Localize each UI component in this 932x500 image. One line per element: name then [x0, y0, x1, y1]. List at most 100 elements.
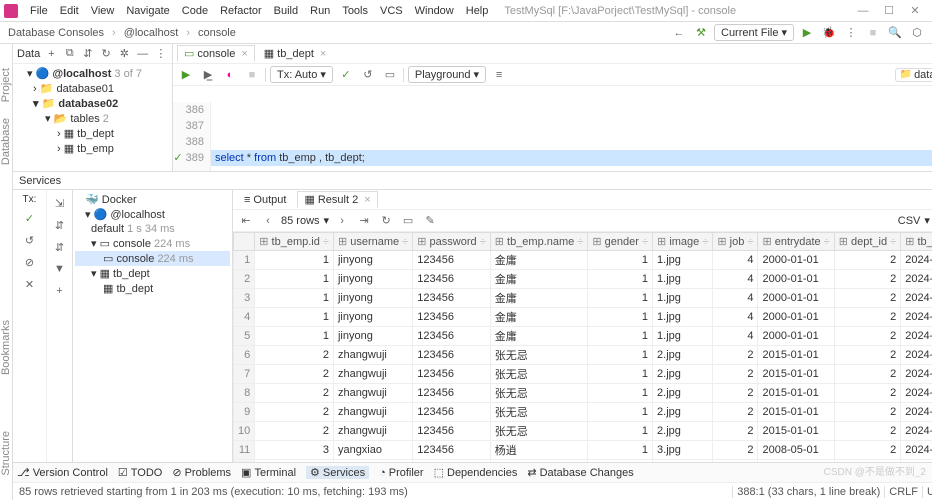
menu-vcs[interactable]: VCS — [374, 5, 409, 17]
close-tab-icon[interactable]: × — [320, 48, 326, 60]
col-entrydate[interactable]: entrydate ÷ — [758, 233, 834, 251]
bb-profiler[interactable]: ◔ Profiler — [379, 467, 424, 479]
db-badge[interactable]: 📁 database02 — [895, 68, 932, 82]
updates-icon[interactable]: ⬡ — [908, 24, 926, 42]
svc-commit-icon[interactable]: ✓ — [21, 209, 39, 227]
playground-dropdown[interactable]: Playground ▾ — [408, 66, 486, 83]
execute-plan-icon[interactable]: ▶̲ — [199, 66, 217, 84]
svc-close-icon[interactable]: ✕ — [21, 275, 39, 293]
bb-vc[interactable]: ⎇ Version Control — [17, 466, 108, 479]
sidebar-bookmarks[interactable]: Bookmarks — [0, 316, 12, 379]
close-button[interactable]: ✕ — [902, 4, 928, 17]
menu-tools[interactable]: Tools — [336, 5, 374, 17]
encoding[interactable]: UTF-8 — [922, 486, 932, 498]
col-image[interactable]: image ÷ — [653, 233, 713, 251]
table-row[interactable]: 31jinyong123456金庸11.jpg42000-01-0122024-… — [234, 289, 932, 308]
col-job[interactable]: job ÷ — [713, 233, 758, 251]
export-format[interactable]: CSV — [898, 215, 921, 227]
add-svc-icon[interactable]: + — [51, 282, 69, 300]
col-tb_emp-create_time[interactable]: tb_emp.create_time ÷ — [901, 233, 932, 251]
hammer-icon[interactable]: ⚒ — [692, 24, 710, 42]
stop-icon[interactable]: ■ — [864, 24, 882, 42]
col-password[interactable]: password ÷ — [413, 233, 490, 251]
debug-icon[interactable]: 🐞 — [820, 24, 838, 42]
col-gender[interactable]: gender ÷ — [588, 233, 653, 251]
breadcrumb-host[interactable]: @localhost — [122, 27, 181, 39]
breadcrumb-root[interactable]: Database Consoles — [6, 27, 106, 39]
menu-navigate[interactable]: Navigate — [120, 5, 175, 17]
table-row[interactable]: 21jinyong123456金庸11.jpg42000-01-0122024-… — [234, 270, 932, 289]
menu-file[interactable]: File — [24, 5, 54, 17]
tree-db1[interactable]: › 📁 database01 — [17, 81, 168, 96]
dup-icon[interactable]: ⧉ — [63, 45, 77, 63]
table-row[interactable]: 82zhangwuji123456张无忌12.jpg22015-01-01220… — [234, 384, 932, 403]
table-row[interactable]: 62zhangwuji123456张无忌12.jpg22015-01-01220… — [234, 346, 932, 365]
explain-icon[interactable]: ◐ — [221, 66, 239, 84]
more-db-icon[interactable]: ⋮ — [154, 45, 168, 63]
editor-area[interactable]: select * from tb_emp , tb_dept; — [211, 102, 932, 171]
add-row-icon[interactable]: ▭ — [399, 212, 417, 230]
tree-tables[interactable]: ▾ 📂 tables 2 — [17, 111, 168, 126]
caret-pos[interactable]: 388:1 (33 chars, 1 line break) — [732, 486, 884, 498]
svc-tbdept[interactable]: ▾ ▦ tb_dept — [75, 266, 230, 281]
breadcrumb-console[interactable]: console — [196, 27, 238, 39]
tree-db2[interactable]: ▾ 📁 database02 — [17, 96, 168, 111]
menu-help[interactable]: Help — [460, 5, 495, 17]
svc-localhost[interactable]: ▾ 🔵 @localhost — [75, 207, 230, 222]
tab-tbdept[interactable]: ▦tb_dept× — [257, 45, 334, 62]
tab-result[interactable]: ▦ Result 2 × — [297, 191, 377, 208]
menu-run[interactable]: Run — [304, 5, 336, 17]
svc-default[interactable]: default 1 s 34 ms — [75, 222, 230, 236]
filter-svc-icon[interactable]: ▼ — [51, 260, 69, 278]
reload-icon[interactable]: ↻ — [377, 212, 395, 230]
table-row[interactable]: 102zhangwuji123456张无忌12.jpg22015-01-0122… — [234, 422, 932, 441]
sidebar-structure[interactable]: Structure — [0, 427, 12, 480]
menu-view[interactable]: View — [85, 5, 121, 17]
settings-c-icon[interactable]: ≡ — [490, 66, 508, 84]
svc-cancel-icon[interactable]: ⊘ — [21, 253, 39, 271]
tree-tb-emp[interactable]: › ▦ tb_emp — [17, 141, 168, 156]
commit-icon[interactable]: ✓ — [337, 66, 355, 84]
rollback-icon[interactable]: ↺ — [359, 66, 377, 84]
cancel-icon[interactable]: ▭ — [381, 66, 399, 84]
bb-terminal[interactable]: ▣ Terminal — [241, 466, 296, 479]
table-row[interactable]: 92zhangwuji123456张无忌12.jpg22015-01-01220… — [234, 403, 932, 422]
close-tab-icon[interactable]: × — [241, 48, 247, 60]
svc-docker[interactable]: 🐳 Docker — [75, 192, 230, 207]
bb-dbchanges[interactable]: ⇄ Database Changes — [527, 466, 633, 479]
menu-build[interactable]: Build — [268, 5, 304, 17]
tree-a-icon[interactable]: ⇵ — [51, 216, 69, 234]
tab-console[interactable]: ▭console× — [177, 45, 255, 62]
more-icon[interactable]: ⋮ — [842, 24, 860, 42]
collapse-icon[interactable]: — — [136, 45, 150, 63]
bb-services[interactable]: ⚙ Services — [306, 466, 369, 479]
col-tb_emp-id[interactable]: tb_emp.id ÷ — [255, 233, 334, 251]
sidebar-database[interactable]: Database — [0, 114, 12, 169]
run-icon[interactable]: ▶ — [798, 24, 816, 42]
stop-run-icon[interactable]: ■ — [243, 66, 261, 84]
menu-edit[interactable]: Edit — [54, 5, 85, 17]
maximize-button[interactable]: ☐ — [876, 4, 902, 17]
expand-icon[interactable]: ⇲ — [51, 194, 69, 212]
first-page-icon[interactable]: ⇤ — [237, 212, 255, 230]
add-icon[interactable]: + — [44, 45, 58, 63]
bb-deps[interactable]: ⬚ Dependencies — [434, 466, 518, 479]
refresh-icon[interactable]: ↻ — [99, 45, 113, 63]
bb-todo[interactable]: ☑ TODO — [118, 466, 162, 479]
search-icon[interactable]: 🔍 — [886, 24, 904, 42]
tree-tb-dept[interactable]: › ▦ tb_dept — [17, 126, 168, 141]
bb-problems[interactable]: ⊘ Problems — [172, 466, 231, 479]
edit-icon[interactable]: ✎ — [421, 212, 439, 230]
svc-console-sel[interactable]: ▭ console 224 ms — [75, 251, 230, 266]
tree-b-icon[interactable]: ⇵ — [51, 238, 69, 256]
last-page-icon[interactable]: ⇥ — [355, 212, 373, 230]
table-row[interactable]: 72zhangwuji123456张无忌12.jpg22015-01-01220… — [234, 365, 932, 384]
col-dept_id[interactable]: dept_id ÷ — [834, 233, 900, 251]
menu-refactor[interactable]: Refactor — [214, 5, 268, 17]
tree-host[interactable]: ▾ 🔵 @localhost 3 of 7 — [17, 66, 168, 81]
col-tb_emp-name[interactable]: tb_emp.name ÷ — [490, 233, 588, 251]
next-page-icon[interactable]: › — [333, 212, 351, 230]
svc-console[interactable]: ▾ ▭ console 224 ms — [75, 236, 230, 251]
menu-window[interactable]: Window — [409, 5, 460, 17]
result-table[interactable]: tb_emp.id ÷username ÷password ÷tb_emp.na… — [233, 232, 932, 462]
